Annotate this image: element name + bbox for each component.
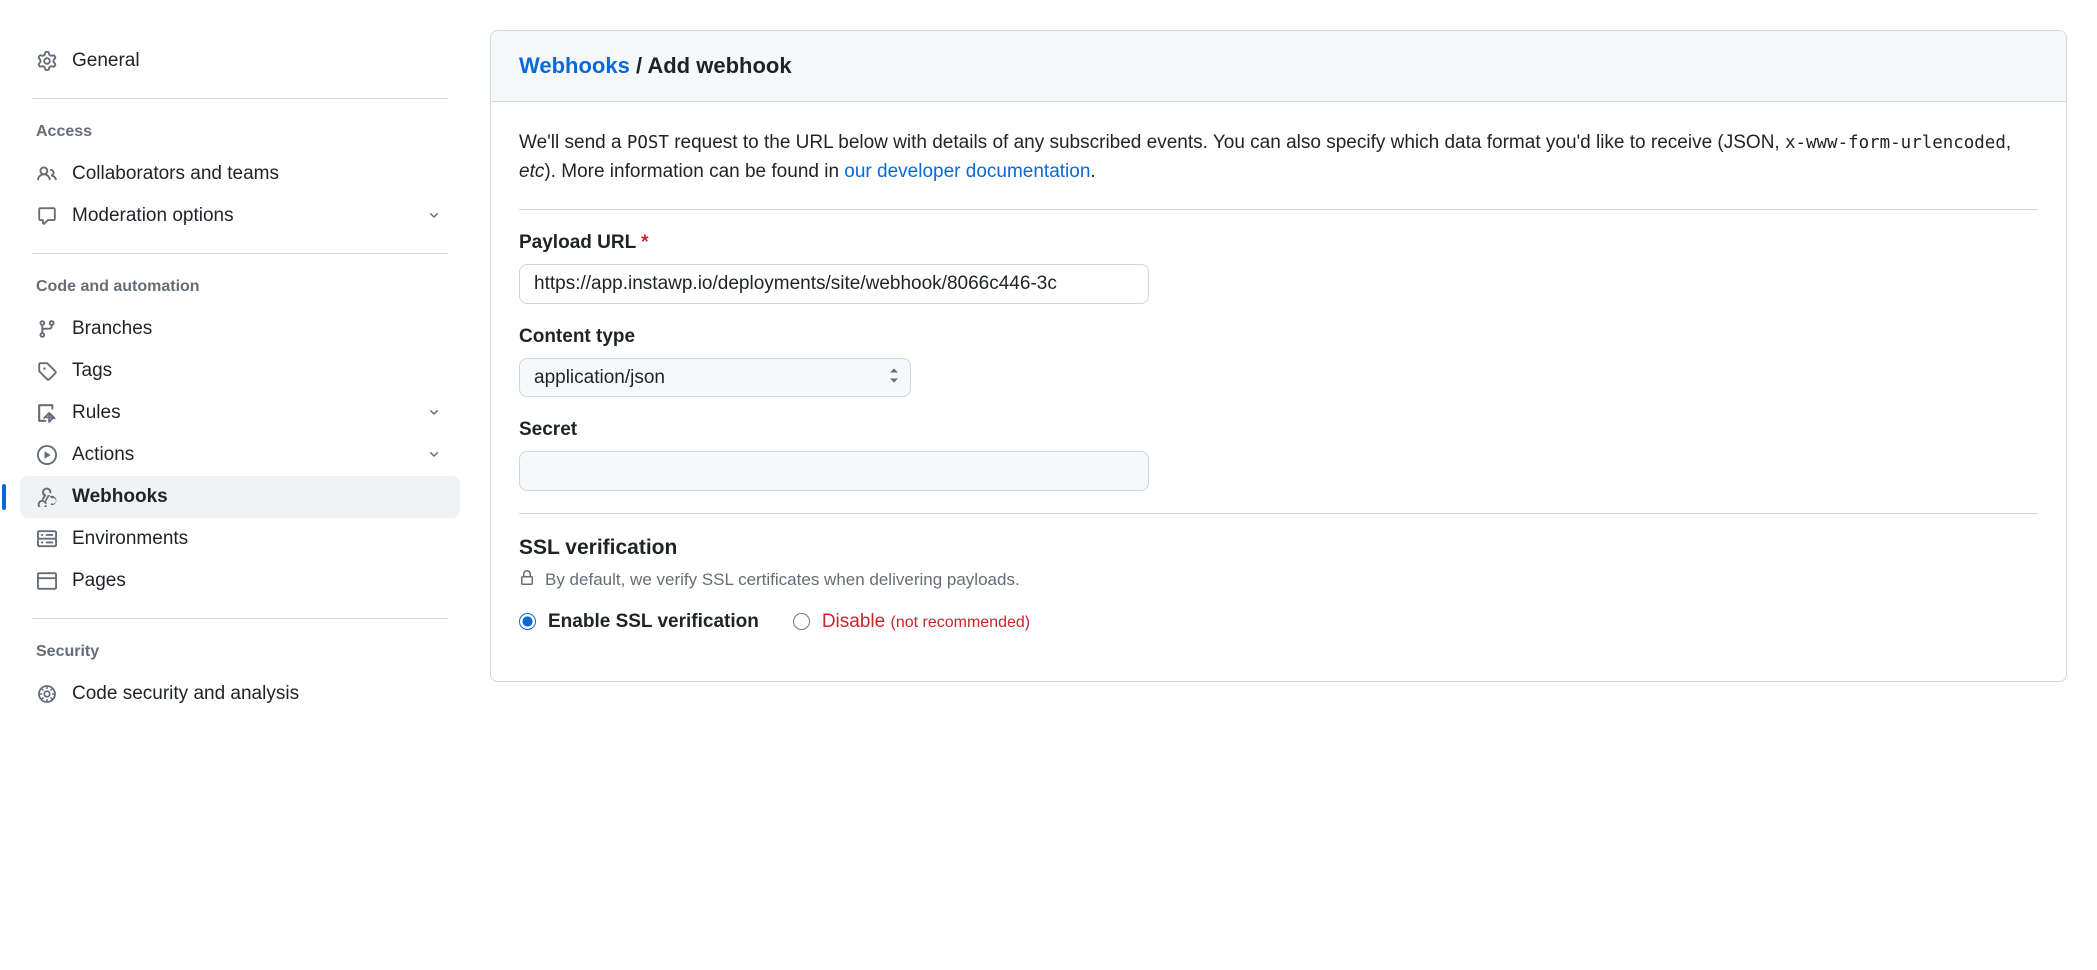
chevron-down-icon (426, 446, 444, 464)
sidebar-item-label: General (72, 50, 444, 72)
sidebar-item-webhooks[interactable]: Webhooks (20, 476, 460, 518)
ssl-disable-radio[interactable] (793, 613, 810, 630)
sidebar-item-label: Environments (72, 528, 444, 550)
shield-icon (36, 683, 58, 705)
divider (32, 253, 448, 254)
sidebar-heading-access: Access (20, 115, 460, 149)
chevron-down-icon (426, 207, 444, 225)
browser-icon (36, 570, 58, 592)
settings-sidebar: General Access Collaborators and teams M… (0, 0, 480, 970)
divider (519, 209, 2038, 210)
sidebar-item-moderation[interactable]: Moderation options (20, 195, 460, 237)
people-icon (36, 163, 58, 185)
server-icon (36, 528, 58, 550)
sidebar-item-label: Moderation options (72, 205, 426, 227)
content-type-group: Content type application/json (519, 326, 2038, 397)
sidebar-item-label: Actions (72, 444, 426, 466)
ssl-note: By default, we verify SSL certificates w… (519, 570, 2038, 591)
branch-icon (36, 318, 58, 340)
ssl-enable-option[interactable]: Enable SSL verification (519, 611, 759, 633)
webhook-icon (36, 486, 58, 508)
content-type-label: Content type (519, 326, 2038, 348)
intro-text: We'll send a POST request to the URL bel… (519, 128, 2038, 187)
lock-icon (519, 570, 535, 591)
ssl-note-text: By default, we verify SSL certificates w… (545, 570, 1020, 590)
ssl-group: SSL verification By default, we verify S… (519, 536, 2038, 633)
breadcrumb: Webhooks / Add webhook (491, 31, 2066, 102)
breadcrumb-current: Add webhook (647, 53, 791, 78)
breadcrumb-root-link[interactable]: Webhooks (519, 53, 630, 78)
sidebar-item-label: Webhooks (72, 486, 444, 508)
ssl-radio-row: Enable SSL verification Disable (not rec… (519, 611, 2038, 633)
divider (519, 513, 2038, 514)
ssl-enable-radio[interactable] (519, 613, 536, 630)
sidebar-item-label: Branches (72, 318, 444, 340)
ssl-heading: SSL verification (519, 536, 2038, 560)
chevron-down-icon (426, 404, 444, 422)
ssl-disable-label: Disable (not recommended) (822, 611, 1030, 633)
payload-url-input[interactable] (519, 264, 1149, 304)
sidebar-item-branches[interactable]: Branches (20, 308, 460, 350)
divider (32, 618, 448, 619)
payload-url-group: Payload URL * (519, 232, 2038, 304)
secret-input[interactable] (519, 451, 1149, 491)
payload-url-label: Payload URL * (519, 232, 2038, 254)
breadcrumb-sep: / (630, 53, 648, 78)
sidebar-item-label: Collaborators and teams (72, 163, 444, 185)
sidebar-item-environments[interactable]: Environments (20, 518, 460, 560)
sidebar-item-collaborators[interactable]: Collaborators and teams (20, 153, 460, 195)
sidebar-item-rules[interactable]: Rules (20, 392, 460, 434)
secret-group: Secret (519, 419, 2038, 491)
ssl-disable-option[interactable]: Disable (not recommended) (793, 611, 1030, 633)
main-content: Webhooks / Add webhook We'll send a POST… (480, 0, 2097, 970)
code-post: POST (627, 133, 669, 153)
docs-link[interactable]: our developer documentation (844, 161, 1090, 182)
content-type-select[interactable]: application/json (519, 358, 911, 397)
sidebar-item-actions[interactable]: Actions (20, 434, 460, 476)
code-urlencoded: x-www-form-urlencoded (1785, 133, 2006, 153)
sidebar-item-pages[interactable]: Pages (20, 560, 460, 602)
gear-icon (36, 50, 58, 72)
webhook-panel: Webhooks / Add webhook We'll send a POST… (490, 30, 2067, 682)
panel-body: We'll send a POST request to the URL bel… (491, 102, 2066, 681)
comment-icon (36, 205, 58, 227)
play-icon (36, 444, 58, 466)
secret-label: Secret (519, 419, 2038, 441)
sidebar-item-general[interactable]: General (20, 40, 460, 82)
required-marker: * (641, 232, 648, 253)
divider (32, 98, 448, 99)
sidebar-item-tags[interactable]: Tags (20, 350, 460, 392)
sidebar-item-label: Code security and analysis (72, 683, 444, 705)
ssl-enable-label: Enable SSL verification (548, 611, 759, 633)
sidebar-item-code-security[interactable]: Code security and analysis (20, 673, 460, 715)
sidebar-item-label: Tags (72, 360, 444, 382)
tag-icon (36, 360, 58, 382)
rules-icon (36, 402, 58, 424)
sidebar-heading-security: Security (20, 635, 460, 669)
sidebar-heading-code: Code and automation (20, 270, 460, 304)
sidebar-item-label: Pages (72, 570, 444, 592)
sidebar-item-label: Rules (72, 402, 426, 424)
